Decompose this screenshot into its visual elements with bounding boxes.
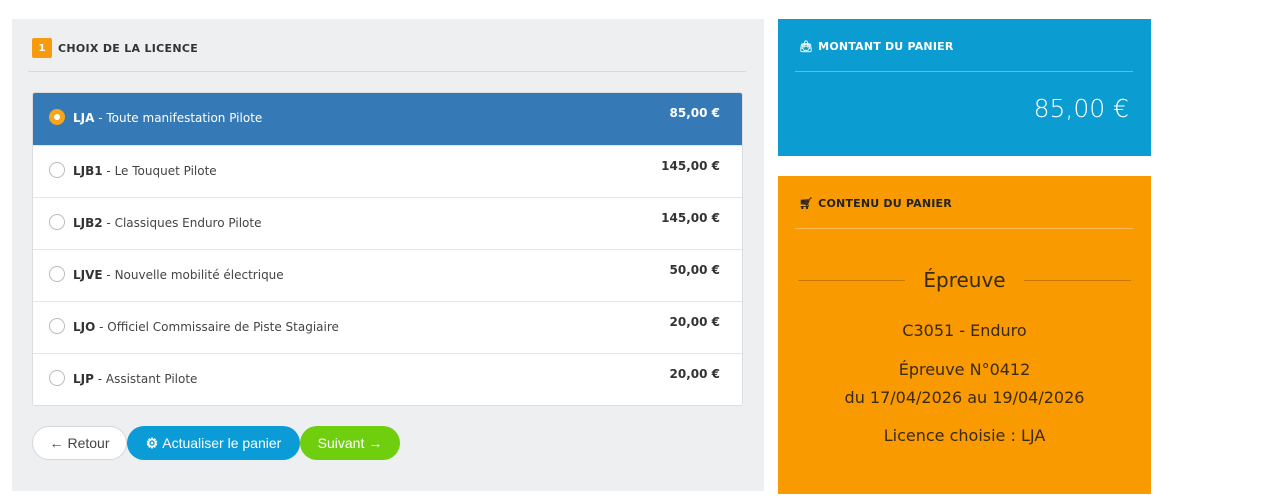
license-price: 145,00 € (661, 211, 720, 225)
section-header: 1 CHOIX DE LA LICENCE (32, 38, 198, 58)
license-label: LJVE - Nouvelle mobilité électrique (73, 268, 284, 282)
license-description: - Nouvelle mobilité électrique (102, 268, 284, 282)
event-number: Épreuve N°0412 (898, 360, 1031, 379)
license-code: LJB2 (73, 216, 103, 230)
license-price: 50,00 € (669, 263, 720, 277)
license-choice-panel: 1 CHOIX DE LA LICENCE LJA - Toute manife… (12, 19, 764, 491)
license-option-ljp[interactable]: LJP - Assistant Pilote 20,00 € (33, 353, 742, 405)
cart-content-panel: 🛒︎ CONTENU DU PANIER Épreuve C3051 - End… (778, 176, 1151, 494)
update-cart-button-label: Actualiser le panier (162, 435, 282, 451)
license-label: LJA - Toute manifestation Pilote (73, 111, 262, 125)
license-price: 20,00 € (669, 315, 720, 329)
license-option-ljb1[interactable]: LJB1 - Le Touquet Pilote 145,00 € (33, 145, 742, 197)
heading-line (1023, 279, 1131, 281)
divider (795, 228, 1133, 229)
license-option-ljve[interactable]: LJVE - Nouvelle mobilité électrique 50,0… (33, 249, 742, 301)
amount-panel-title: MONTANT DU PANIER (818, 40, 954, 53)
license-description: - Classiques Enduro Pilote (102, 216, 262, 230)
cart-total: 85,00 € (1033, 94, 1129, 123)
event-name: C3051 - Enduro (902, 321, 1027, 340)
license-code: LJO (73, 320, 96, 334)
cart-amount-panel: 👜︎ MONTANT DU PANIER 85,00 € (778, 19, 1151, 156)
arrow-left-icon: ← (49, 435, 64, 451)
next-button[interactable]: Suivant → (300, 426, 400, 460)
radio-button[interactable] (49, 214, 65, 230)
license-description: - Toute manifestation Pilote (94, 111, 263, 125)
license-price: 85,00 € (669, 106, 720, 120)
license-label: LJB2 - Classiques Enduro Pilote (73, 216, 261, 230)
section-title: CHOIX DE LA LICENCE (58, 41, 199, 55)
radio-button[interactable] (49, 266, 65, 282)
license-label: LJP - Assistant Pilote (73, 372, 197, 386)
radio-button-selected[interactable] (49, 109, 65, 125)
license-option-ljb2[interactable]: LJB2 - Classiques Enduro Pilote 145,00 € (33, 197, 742, 249)
amount-panel-header: 👜︎ MONTANT DU PANIER (799, 40, 954, 53)
license-price: 145,00 € (661, 159, 720, 173)
update-cart-button[interactable]: ⚙ Actualiser le panier (127, 426, 300, 460)
radio-button[interactable] (49, 318, 65, 334)
license-option-ljo[interactable]: LJO - Officiel Commissaire de Piste Stag… (33, 301, 742, 353)
event-heading: Épreuve (798, 268, 1131, 292)
divider (28, 71, 746, 72)
back-button-label: Retour (67, 435, 110, 451)
step-badge: 1 (32, 38, 52, 58)
license-list: LJA - Toute manifestation Pilote 85,00 €… (32, 92, 743, 406)
cart-icon: 🛒︎ (799, 197, 814, 210)
arrow-right-icon: → (368, 435, 383, 451)
event-heading-title: Épreuve (923, 268, 1006, 292)
license-description: - Assistant Pilote (93, 372, 198, 386)
license-option-lja[interactable]: LJA - Toute manifestation Pilote 85,00 € (33, 93, 742, 145)
radio-button[interactable] (49, 370, 65, 386)
license-price: 20,00 € (669, 367, 720, 381)
license-code: LJP (73, 372, 94, 386)
radio-button[interactable] (49, 162, 65, 178)
cart-panel-header: 🛒︎ CONTENU DU PANIER (799, 197, 952, 210)
license-label: LJB1 - Le Touquet Pilote (73, 164, 217, 178)
license-description: - Officiel Commissaire de Piste Stagiair… (95, 320, 339, 334)
chosen-license: Licence choisie : LJA (883, 426, 1046, 445)
license-code: LJVE (73, 268, 103, 282)
cart-panel-title: CONTENU DU PANIER (818, 197, 952, 210)
shopping-bag-icon: 👜︎ (799, 40, 814, 53)
heading-line (798, 279, 906, 281)
license-label: LJO - Officiel Commissaire de Piste Stag… (73, 320, 339, 334)
license-code: LJA (73, 111, 95, 125)
license-description: - Le Touquet Pilote (102, 164, 217, 178)
next-button-label: Suivant (317, 435, 365, 451)
back-button[interactable]: ← Retour (32, 426, 127, 460)
event-dates: du 17/04/2026 au 19/04/2026 (844, 388, 1085, 407)
license-code: LJB1 (73, 164, 103, 178)
divider (795, 71, 1133, 72)
gear-icon: ⚙ (145, 434, 159, 451)
